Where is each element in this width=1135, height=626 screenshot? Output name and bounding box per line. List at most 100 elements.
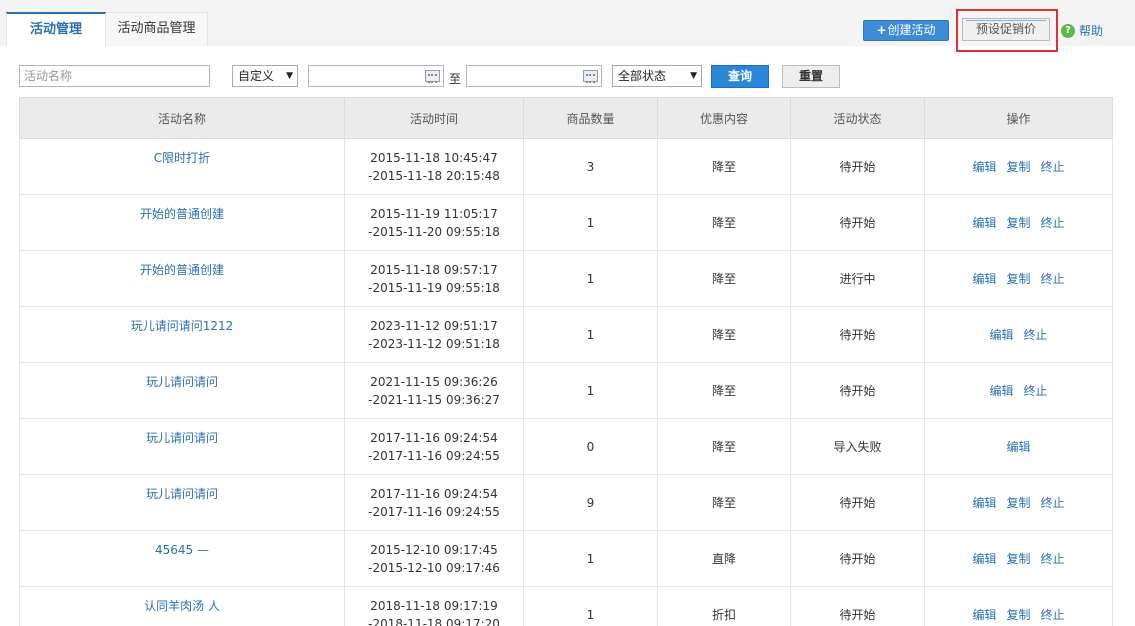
activity-end-time: -2015-12-10 09:17:46 xyxy=(368,560,500,575)
status-select[interactable]: 全部状态 ▼ xyxy=(612,65,702,87)
edit-link[interactable]: 编辑 xyxy=(972,496,996,510)
table-row: 玩儿请问请问1212 2023-11-12 09:51:17 -2023-11-12… xyxy=(19,306,1113,363)
activity-time-cell: 2017-11-16 09:24:54 -2017-11-16 09:24:55 xyxy=(344,418,524,475)
product-quantity-cell: 1 xyxy=(523,362,658,419)
operations-cell: 编辑 复制 终止 xyxy=(924,138,1113,195)
product-quantity-cell: 1 xyxy=(523,530,658,587)
product-quantity-cell: 1 xyxy=(523,306,658,363)
activity-time-cell: 2023-11-12 09:51:17 -2023-11-12 09:51:18 xyxy=(344,306,524,363)
activity-name-link[interactable]: 玩儿请问请问1212 xyxy=(131,319,234,333)
help-link[interactable]: ? 帮助 xyxy=(1061,22,1103,39)
operations-cell: 编辑 复制 终止 xyxy=(924,586,1113,626)
product-quantity-cell: 1 xyxy=(523,250,658,307)
edit-link[interactable]: 编辑 xyxy=(989,328,1013,342)
table-header-row: 活动名称 活动时间 商品数量 优惠内容 活动状态 操作 xyxy=(19,97,1113,139)
activity-end-time: -2018-11-18 09:17:20 xyxy=(368,616,500,626)
activity-start-time: 2021-11-15 09:36:26 xyxy=(370,374,498,389)
activity-name-link[interactable]: 玩儿请问请问 xyxy=(146,487,218,501)
activity-name-link[interactable]: 45645 — xyxy=(155,543,209,557)
discount-content-cell: 降至 xyxy=(657,306,791,363)
activity-name-link[interactable]: 玩儿请问请问 xyxy=(146,375,218,389)
create-activity-button[interactable]: +创建活动 xyxy=(863,20,949,41)
activity-name-cell: 开始的普通创建 xyxy=(19,194,345,251)
tab-bar: 活动管理 活动商品管理 xyxy=(6,12,209,46)
activity-time-cell: 2021-11-15 09:36:26 -2021-11-15 09:36:27 xyxy=(344,362,524,419)
activity-end-time: -2023-11-12 09:51:18 xyxy=(368,336,500,351)
activity-end-time: -2017-11-16 09:24:55 xyxy=(368,448,500,463)
operations-cell: 编辑 终止 xyxy=(924,362,1113,419)
question-circle-icon: ? xyxy=(1061,23,1075,38)
activity-start-time: 2017-11-16 09:24:54 xyxy=(370,486,498,501)
copy-link[interactable]: 复制 xyxy=(1006,160,1030,174)
terminate-link[interactable]: 终止 xyxy=(1041,216,1065,230)
end-date-input[interactable] xyxy=(466,65,602,87)
column-header: 活动状态 xyxy=(790,97,925,139)
activity-name-link[interactable]: 开始的普通创建 xyxy=(140,207,224,221)
plus-icon: + xyxy=(876,23,887,37)
column-header: 优惠内容 xyxy=(657,97,791,139)
table-row: C限时打折 2015-11-18 10:45:47 -2015-11-18 20:1… xyxy=(19,138,1113,195)
table-row: 认同羊肉汤 人 2018-11-18 09:17:19 -2018-11-18 09… xyxy=(19,586,1113,626)
terminate-link[interactable]: 终止 xyxy=(1024,384,1048,398)
table-row: 开始的普通创建 2015-11-18 09:57:17 -2015-11-19 09… xyxy=(19,250,1113,307)
terminate-link[interactable]: 终止 xyxy=(1041,272,1065,286)
query-button[interactable]: 查询 xyxy=(711,65,769,88)
activity-name-link[interactable]: 玩儿请问请问 xyxy=(146,431,218,445)
table-row: 开始的普通创建 2015-11-19 11:05:17 -2015-11-20 09… xyxy=(19,194,1113,251)
calendar-icon[interactable] xyxy=(583,70,598,83)
date-range-value: 自定义 xyxy=(238,69,275,83)
terminate-link[interactable]: 终止 xyxy=(1041,160,1065,174)
discount-content-cell: 折扣 xyxy=(657,586,791,626)
activity-status-cell: 待开始 xyxy=(790,362,925,419)
tab-activity-management[interactable]: 活动管理 xyxy=(6,12,107,46)
operations-cell: 编辑 xyxy=(924,418,1113,475)
tab-activity-product-management[interactable]: 活动商品管理 xyxy=(106,12,209,46)
activity-end-time: -2015-11-20 09:55:18 xyxy=(368,224,500,239)
copy-link[interactable]: 复制 xyxy=(1006,272,1030,286)
operations-cell: 编辑 复制 终止 xyxy=(924,250,1113,307)
activity-name-link[interactable]: 认同羊肉汤 人 xyxy=(144,599,220,613)
edit-link[interactable]: 编辑 xyxy=(972,608,996,622)
preset-promo-price-button[interactable]: 预设促销价 xyxy=(962,18,1050,41)
activity-name-link[interactable]: C限时打折 xyxy=(154,151,210,165)
activity-name-cell: 认同羊肉汤 人 xyxy=(19,586,345,626)
activity-start-time: 2017-11-16 09:24:54 xyxy=(370,430,498,445)
activity-end-time: -2017-11-16 09:24:55 xyxy=(368,504,500,519)
edit-link[interactable]: 编辑 xyxy=(972,552,996,566)
activity-start-time: 2023-11-12 09:51:17 xyxy=(370,318,498,333)
activity-time-cell: 2015-11-18 09:57:17 -2015-11-19 09:55:18 xyxy=(344,250,524,307)
product-quantity-cell: 1 xyxy=(523,194,658,251)
date-to-label: 至 xyxy=(449,72,462,86)
reset-button[interactable]: 重置 xyxy=(782,65,840,88)
activity-name-input[interactable] xyxy=(19,65,210,87)
terminate-link[interactable]: 终止 xyxy=(1041,608,1065,622)
activity-start-time: 2015-11-19 11:05:17 xyxy=(370,206,498,221)
product-quantity-cell: 0 xyxy=(523,418,658,475)
terminate-link[interactable]: 终止 xyxy=(1024,328,1048,342)
activity-status-cell: 待开始 xyxy=(790,138,925,195)
date-range-select[interactable]: 自定义 ▼ xyxy=(232,65,298,87)
copy-link[interactable]: 复制 xyxy=(1006,216,1030,230)
table-body: C限时打折 2015-11-18 10:45:47 -2015-11-18 20:1… xyxy=(19,138,1113,626)
edit-link[interactable]: 编辑 xyxy=(972,160,996,174)
terminate-link[interactable]: 终止 xyxy=(1041,496,1065,510)
terminate-link[interactable]: 终止 xyxy=(1041,552,1065,566)
edit-link[interactable]: 编辑 xyxy=(972,216,996,230)
copy-link[interactable]: 复制 xyxy=(1006,496,1030,510)
discount-content-cell: 降至 xyxy=(657,474,791,531)
copy-link[interactable]: 复制 xyxy=(1006,552,1030,566)
calendar-icon[interactable] xyxy=(425,70,440,83)
table-row: 玩儿请问请问 2017-11-16 09:24:54 -2017-11-16 09:… xyxy=(19,474,1113,531)
column-header: 操作 xyxy=(924,97,1113,139)
edit-link[interactable]: 编辑 xyxy=(1006,440,1030,454)
start-date-input[interactable] xyxy=(308,65,444,87)
activity-end-time: -2015-11-19 09:55:18 xyxy=(368,280,500,295)
activity-name-link[interactable]: 开始的普通创建 xyxy=(140,263,224,277)
edit-link[interactable]: 编辑 xyxy=(989,384,1013,398)
edit-link[interactable]: 编辑 xyxy=(972,272,996,286)
chevron-down-icon: ▼ xyxy=(286,71,293,81)
table-row: 玩儿请问请问 2017-11-16 09:24:54 -2017-11-16 09:… xyxy=(19,418,1113,475)
activity-end-time: -2015-11-18 20:15:48 xyxy=(368,168,500,183)
activity-status-cell: 待开始 xyxy=(790,530,925,587)
copy-link[interactable]: 复制 xyxy=(1006,608,1030,622)
